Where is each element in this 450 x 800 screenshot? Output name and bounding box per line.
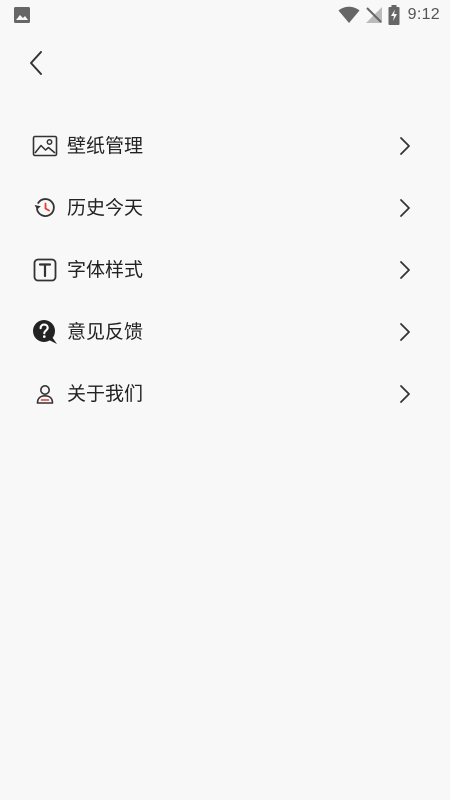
about-us-icon bbox=[32, 381, 58, 407]
feedback-icon bbox=[32, 319, 58, 345]
menu-item-label: 历史今天 bbox=[67, 197, 144, 219]
wallpaper-icon bbox=[32, 133, 58, 159]
font-style-icon bbox=[32, 257, 58, 283]
menu-item-feedback[interactable]: 意见反馈 bbox=[0, 301, 450, 363]
history-icon bbox=[32, 195, 58, 221]
menu-item-label: 壁纸管理 bbox=[67, 135, 144, 157]
back-button[interactable] bbox=[20, 48, 52, 82]
image-notification-icon bbox=[13, 6, 31, 24]
chevron-left-icon bbox=[28, 50, 44, 80]
chevron-right-icon bbox=[396, 134, 414, 158]
menu-item-label: 意见反馈 bbox=[67, 321, 144, 343]
chevron-right-icon bbox=[396, 382, 414, 406]
chevron-right-icon bbox=[396, 320, 414, 344]
battery-charging-icon bbox=[388, 5, 400, 25]
no-signal-icon bbox=[364, 6, 384, 24]
status-bar: 9:12 bbox=[0, 0, 450, 30]
menu-item-wallpaper[interactable]: 壁纸管理 bbox=[0, 115, 450, 177]
menu-item-label: 字体样式 bbox=[67, 259, 144, 281]
settings-menu: 壁纸管理 历史今天 字体样式 意见反馈 关于我们 bbox=[0, 115, 450, 425]
menu-item-history[interactable]: 历史今天 bbox=[0, 177, 450, 239]
chevron-right-icon bbox=[396, 196, 414, 220]
status-icons: 9:12 bbox=[334, 4, 440, 26]
wifi-icon bbox=[338, 6, 360, 24]
menu-item-about-us[interactable]: 关于我们 bbox=[0, 363, 450, 425]
status-time: 9:12 bbox=[407, 6, 440, 23]
chevron-right-icon bbox=[396, 258, 414, 282]
menu-item-font-style[interactable]: 字体样式 bbox=[0, 239, 450, 301]
menu-item-label: 关于我们 bbox=[67, 383, 144, 405]
